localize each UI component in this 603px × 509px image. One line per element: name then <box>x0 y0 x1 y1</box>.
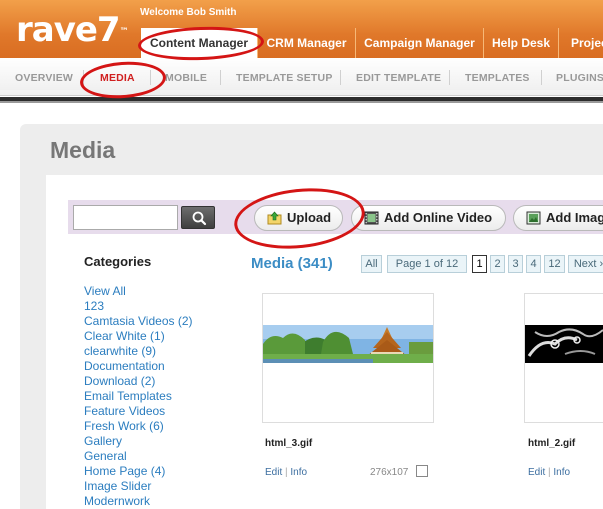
media-thumbnail[interactable] <box>524 293 603 423</box>
subnav-divider <box>340 70 341 85</box>
pager-page-1[interactable]: 1 <box>472 255 487 273</box>
info-link[interactable]: Info <box>553 467 570 478</box>
tab-help-desk[interactable]: Help Desk <box>483 28 558 58</box>
category-link[interactable]: Camtasia Videos (2) <box>84 314 193 329</box>
subnav-divider <box>449 70 450 85</box>
add-online-video-label: Add Online Video <box>384 210 493 225</box>
pager-page-12[interactable]: 12 <box>544 255 565 273</box>
subnav-plugins[interactable]: PLUGINS <box>556 72 603 84</box>
category-link[interactable]: 123 <box>84 299 193 314</box>
media-filename: html_2.gif <box>528 438 576 449</box>
category-link[interactable]: Fresh Work (6) <box>84 419 193 434</box>
info-link[interactable]: Info <box>290 467 307 478</box>
tab-projects[interactable]: Projects <box>558 28 603 58</box>
edit-link[interactable]: Edit <box>265 467 282 478</box>
category-link[interactable]: View All <box>84 284 193 299</box>
media-dimensions: 276x107 <box>370 467 409 478</box>
category-link[interactable]: Email Templates <box>84 389 193 404</box>
subnav-divider <box>541 70 542 85</box>
categories-title: Categories <box>84 254 152 269</box>
add-image-button[interactable]: Add Image <box>513 205 603 231</box>
search-button[interactable] <box>181 206 215 229</box>
category-link[interactable]: Feature Videos <box>84 404 193 419</box>
welcome-text: Welcome Bob Smith <box>140 7 237 18</box>
category-link[interactable]: Modernwork <box>84 494 193 509</box>
category-link[interactable]: Gallery <box>84 434 193 449</box>
subnav-media[interactable]: MEDIA <box>100 72 135 84</box>
image-icon <box>526 211 541 225</box>
category-link[interactable]: Documentation <box>84 359 193 374</box>
robot-arm-image <box>525 325 603 422</box>
rave7-logo[interactable]: rave7™ <box>16 12 129 48</box>
pager-page-2[interactable]: 2 <box>490 255 505 273</box>
action-separator: | <box>548 467 551 478</box>
select-checkbox[interactable] <box>416 465 428 477</box>
page-title: Media <box>50 137 116 163</box>
media-actions: Edit | Info <box>265 467 307 478</box>
pager-page-3[interactable]: 3 <box>508 255 523 273</box>
top-bar: rave7™ Welcome Bob Smith Content Manager… <box>0 0 603 58</box>
pager-page-info: Page 1 of 12 <box>387 255 467 273</box>
subnav-divider <box>83 70 84 85</box>
action-separator: | <box>285 467 288 478</box>
category-link[interactable]: Download (2) <box>84 374 193 389</box>
upload-icon <box>267 211 282 225</box>
media-thumbnail[interactable] <box>262 293 434 423</box>
category-link[interactable]: General <box>84 449 193 464</box>
media-count-title: Media (341) <box>251 255 333 272</box>
tab-campaign-manager[interactable]: Campaign Manager <box>355 28 483 58</box>
tab-crm-manager[interactable]: CRM Manager <box>257 28 355 58</box>
magnifier-icon <box>192 211 207 226</box>
subnav-divider <box>220 70 221 85</box>
sub-navigation: OVERVIEW MEDIA MOBILE TEMPLATE SETUP EDI… <box>0 58 603 96</box>
categories-list: View All 123 Camtasia Videos (2) Clear W… <box>84 284 193 509</box>
subnav-templates[interactable]: TEMPLATES <box>465 72 530 84</box>
upload-label: Upload <box>287 210 332 225</box>
media-filename: html_3.gif <box>265 438 313 449</box>
add-online-video-button[interactable]: Add Online Video <box>351 205 506 231</box>
tab-content-manager[interactable]: Content Manager <box>141 28 257 58</box>
category-link[interactable]: Clear White (1) <box>84 329 193 344</box>
category-link[interactable]: Image Slider <box>84 479 193 494</box>
category-link[interactable]: clearwhite (9) <box>84 344 193 359</box>
subnav-divider <box>150 70 151 85</box>
subnav-template-setup[interactable]: TEMPLATE SETUP <box>236 72 333 84</box>
add-image-label: Add Image <box>546 210 603 225</box>
pager-all[interactable]: All <box>361 255 382 273</box>
pager-page-4[interactable]: 4 <box>526 255 541 273</box>
media-actions: Edit | Info <box>528 467 570 478</box>
upload-button[interactable]: Upload <box>254 205 343 231</box>
search-input[interactable] <box>73 205 178 230</box>
subnav-overview[interactable]: OVERVIEW <box>15 72 73 84</box>
temple-landscape-image <box>263 325 433 422</box>
category-link[interactable]: Home Page (4) <box>84 464 193 479</box>
edit-link[interactable]: Edit <box>528 467 545 478</box>
subnav-mobile[interactable]: MOBILE <box>165 72 207 84</box>
subnav-edit-template[interactable]: EDIT TEMPLATE <box>356 72 441 84</box>
film-icon <box>364 211 379 225</box>
pager-next[interactable]: Next › <box>568 255 603 273</box>
